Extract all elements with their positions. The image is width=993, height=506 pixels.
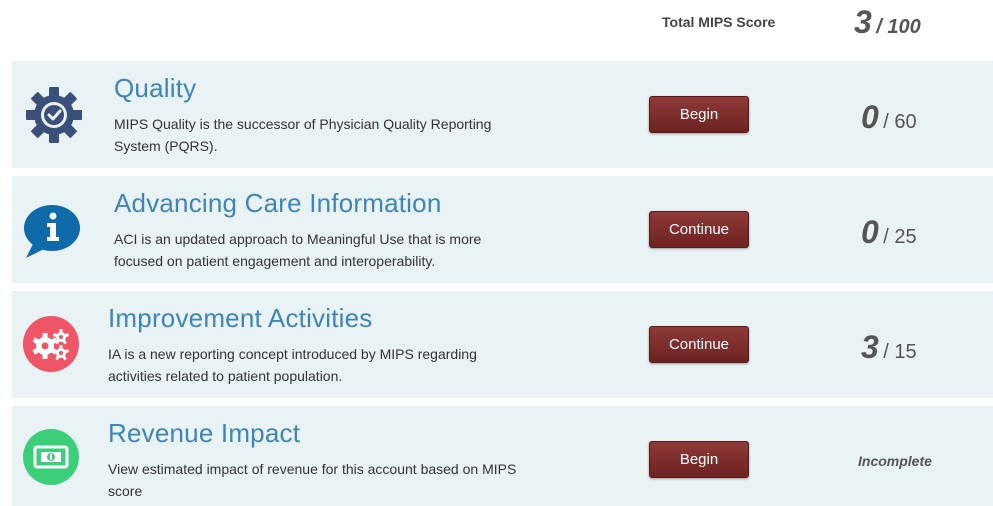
- quality-score: 0 / 60: [861, 99, 917, 136]
- aci-score-max: / 25: [883, 226, 917, 248]
- aci-continue-button[interactable]: Continue: [649, 211, 749, 248]
- revenue-title: Revenue Impact: [108, 418, 301, 448]
- revenue-description-line-1: View estimated impact of revenue for thi…: [108, 461, 517, 477]
- revenue-begin-button[interactable]: Begin: [649, 441, 749, 478]
- revenue-status-text: Incomplete: [858, 453, 932, 469]
- quality-card: Quality MIPS Quality is the successor of…: [12, 61, 993, 168]
- ia-continue-button[interactable]: Continue: [649, 326, 749, 363]
- quality-description-line-2: System (PQRS).: [114, 138, 218, 154]
- aci-description: ACI is an updated approach to Meaningful…: [114, 228, 481, 272]
- revenue-description-line-2: score: [108, 483, 143, 499]
- total-score-header: Total MIPS Score 3 / 100: [0, 0, 993, 60]
- gear-check-icon: [24, 85, 84, 145]
- aci-title: Advancing Care Information: [114, 188, 442, 218]
- quality-score-max: / 60: [883, 111, 917, 133]
- ia-description-line-2: activities related to patient population…: [108, 368, 343, 384]
- revenue-description: View estimated impact of revenue for thi…: [108, 458, 516, 502]
- total-score-max: / 100: [876, 16, 921, 38]
- total-score-value: 3 / 100: [854, 4, 921, 41]
- revenue-card: Revenue Impact View estimated impact of …: [12, 406, 993, 506]
- quality-begin-button[interactable]: Begin: [649, 96, 749, 133]
- ia-score-max: / 15: [883, 341, 917, 363]
- aci-score-value: 0: [861, 214, 879, 250]
- ia-title: Improvement Activities: [108, 303, 373, 333]
- ia-description: IA is a new reporting concept introduced…: [108, 343, 477, 387]
- aci-description-line-2: focused on patient engagement and intero…: [114, 253, 436, 269]
- aci-score: 0 / 25: [861, 214, 917, 251]
- ia-card: Improvement Activities IA is a new repor…: [12, 291, 993, 398]
- ia-description-line-1: IA is a new reporting concept introduced…: [108, 346, 477, 362]
- aci-description-line-1: ACI is an updated approach to Meaningful…: [114, 231, 482, 247]
- aci-card: Advancing Care Information ACI is an upd…: [12, 176, 993, 283]
- money-bill-icon: [22, 429, 82, 489]
- quality-score-value: 0: [861, 99, 879, 135]
- quality-title: Quality: [114, 73, 197, 103]
- ia-score: 3 / 15: [861, 329, 917, 366]
- ia-score-value: 3: [861, 329, 879, 365]
- total-score-number: 3: [854, 4, 872, 40]
- quality-description-line-1: MIPS Quality is the successor of Physici…: [114, 116, 492, 132]
- info-speech-bubble-icon: [20, 202, 80, 262]
- quality-description: MIPS Quality is the successor of Physici…: [114, 113, 491, 157]
- gears-icon: [22, 316, 82, 376]
- total-score-label: Total MIPS Score: [662, 14, 776, 30]
